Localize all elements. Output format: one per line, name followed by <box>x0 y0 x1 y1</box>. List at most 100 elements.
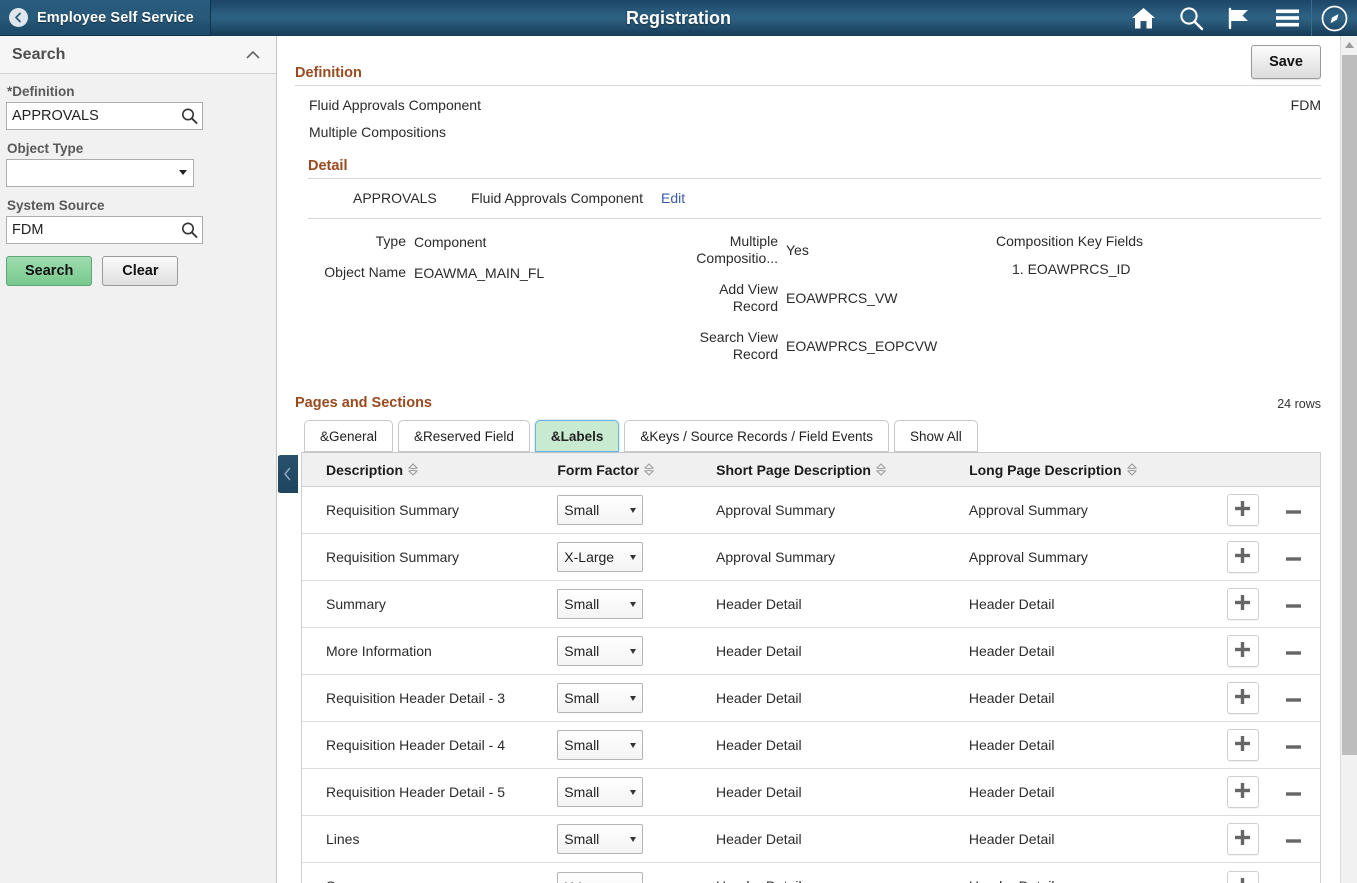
add-row-button[interactable] <box>1227 823 1259 855</box>
add-row-button[interactable] <box>1227 729 1259 761</box>
hamburger-menu-icon[interactable] <box>1263 0 1311 36</box>
minus-icon <box>1285 879 1302 883</box>
table-row: More InformationSmallMediumLargeX-LargeH… <box>302 628 1320 675</box>
cell-description: Requisition Header Detail - 4 <box>302 737 557 754</box>
edit-link[interactable]: Edit <box>661 190 685 206</box>
header-icon-group <box>1119 0 1357 36</box>
definition-section-title: Definition <box>278 65 1340 85</box>
tab-reserved-field[interactable]: &Reserved Field <box>398 420 530 452</box>
long-page-description-text: Header Detail <box>969 784 1055 801</box>
add-row-button[interactable] <box>1227 682 1259 714</box>
chevron-up-icon[interactable] <box>244 46 262 64</box>
definition-input[interactable] <box>6 102 203 130</box>
table-body: Requisition SummarySmallMediumLargeX-Lar… <box>302 487 1320 883</box>
rows-count: 24 rows <box>1277 397 1321 411</box>
cell-form-factor: SmallMediumLargeX-Large <box>557 683 716 713</box>
field-column-left: Type Component Object Name EOAWMA_MAIN_F… <box>278 233 678 377</box>
add-row-button[interactable] <box>1227 588 1259 620</box>
form-factor-select[interactable]: SmallMediumLargeX-Large <box>557 636 643 666</box>
delete-row-button[interactable] <box>1281 591 1307 617</box>
tab-keys-source-records-field-events[interactable]: &Keys / Source Records / Field Events <box>624 420 889 452</box>
table-row: Requisition Header Detail - 5SmallMedium… <box>302 769 1320 816</box>
add-row-button[interactable] <box>1227 871 1259 883</box>
chevron-left-icon[interactable] <box>278 455 298 493</box>
tab-labels[interactable]: &Labels <box>535 420 620 452</box>
search-button[interactable]: Search <box>6 256 92 286</box>
form-factor-select[interactable]: SmallMediumLargeX-Large <box>557 730 643 760</box>
back-to-employee-self-service[interactable]: Employee Self Service <box>0 0 211 36</box>
cell-short-page-description: Header Detail <box>716 784 969 801</box>
cell-actions <box>1212 871 1320 883</box>
system-source-input[interactable] <box>6 216 203 244</box>
scroll-up-arrow-icon[interactable] <box>1341 36 1357 53</box>
table-row: Requisition Header Detail - 4 SmallMedium… <box>302 722 1320 769</box>
cell-short-page-description: Header Detail <box>716 878 969 883</box>
add-row-button[interactable] <box>1227 494 1259 526</box>
delete-row-button[interactable] <box>1281 874 1307 883</box>
cell-short-page-description: Header Detail <box>716 643 969 660</box>
long-page-description-text: Header Detail <box>969 831 1055 848</box>
object-name-label: Object Name <box>312 264 414 281</box>
definition-field-grid: Type Component Object Name EOAWMA_MAIN_F… <box>278 219 1340 377</box>
long-page-description-text: Approval Summary <box>969 549 1088 566</box>
system-source-lookup-icon[interactable] <box>181 221 198 239</box>
tab-general[interactable]: &General <box>304 420 393 452</box>
column-header-description[interactable]: Description <box>302 462 557 478</box>
short-page-description-text: Header Detail <box>716 643 802 660</box>
scrollbar-thumb[interactable] <box>1342 55 1357 755</box>
column-header-long-page-description[interactable]: Long Page Description <box>969 462 1212 478</box>
object-type-select[interactable] <box>6 159 194 187</box>
multiple-composition-field: Multiple Compositio... Yes <box>678 233 996 267</box>
description-text: Requisition Header Detail - 4 <box>326 737 505 754</box>
form-factor-select[interactable]: SmallMediumLargeX-Large <box>557 777 643 807</box>
sort-arrows-icon <box>1127 463 1137 476</box>
multiple-compositions-label: Multiple Compositions <box>309 124 446 140</box>
description-text: Summary <box>326 878 386 883</box>
cell-description: Requisition Summary <box>302 549 557 566</box>
save-button[interactable]: Save <box>1251 45 1321 79</box>
short-page-description-text: Header Detail <box>716 831 802 848</box>
search-icon[interactable] <box>1167 0 1215 36</box>
cell-actions <box>1212 682 1320 714</box>
definition-lookup-icon[interactable] <box>181 107 198 125</box>
description-text: Lines <box>326 831 359 848</box>
chevron-left-icon <box>9 8 28 27</box>
clear-button[interactable]: Clear <box>102 256 178 286</box>
detail-id: APPROVALS <box>353 190 471 206</box>
add-row-button[interactable] <box>1227 776 1259 808</box>
table-row: Requisition Header Detail - 3SmallMedium… <box>302 675 1320 722</box>
tab-show-all[interactable]: Show All <box>894 420 978 452</box>
delete-row-button[interactable] <box>1281 544 1307 570</box>
form-factor-select[interactable]: SmallMediumLargeX-Large <box>557 495 643 525</box>
multiple-composition-label: Multiple Compositio... <box>678 233 786 267</box>
column-header-form-factor[interactable]: Form Factor <box>557 462 716 478</box>
cell-short-page-description: Header Detail <box>716 831 969 848</box>
delete-row-button[interactable] <box>1281 638 1307 664</box>
composition-key-fields-label: Composition Key Fields <box>996 233 1306 249</box>
cell-form-factor: SmallMediumLargeX-Large <box>557 824 716 854</box>
home-icon[interactable] <box>1119 0 1167 36</box>
short-page-description-text: Header Detail <box>716 784 802 801</box>
delete-row-button[interactable] <box>1281 685 1307 711</box>
add-row-button[interactable] <box>1227 541 1259 573</box>
flag-icon[interactable] <box>1215 0 1263 36</box>
navbar-compass-icon[interactable] <box>1311 0 1357 36</box>
form-factor-select[interactable]: SmallMediumLargeX-Large <box>557 683 643 713</box>
composition-key-field-item: 1. EOAWPRCS_ID <box>996 261 1306 277</box>
column-header-short-page-description[interactable]: Short Page Description <box>716 462 969 478</box>
delete-row-button[interactable] <box>1281 732 1307 758</box>
delete-row-button[interactable] <box>1281 497 1307 523</box>
delete-row-button[interactable] <box>1281 826 1307 852</box>
form-factor-select[interactable]: SmallMediumLargeX-Large <box>557 589 643 619</box>
vertical-scrollbar[interactable] <box>1340 36 1357 883</box>
delete-row-button[interactable] <box>1281 779 1307 805</box>
add-view-record-label: Add View Record <box>678 281 786 315</box>
search-panel-header[interactable]: Search <box>0 36 276 74</box>
cell-actions <box>1212 776 1320 808</box>
cell-long-page-description: Header Detail <box>969 690 1212 707</box>
form-factor-select[interactable]: SmallMediumLargeX-Large <box>557 872 643 883</box>
form-factor-select[interactable]: SmallMediumLargeX-Large <box>557 824 643 854</box>
form-factor-select[interactable]: SmallMediumLargeX-Large <box>557 542 643 572</box>
add-row-button[interactable] <box>1227 635 1259 667</box>
short-page-description-text: Approval Summary <box>716 502 835 519</box>
